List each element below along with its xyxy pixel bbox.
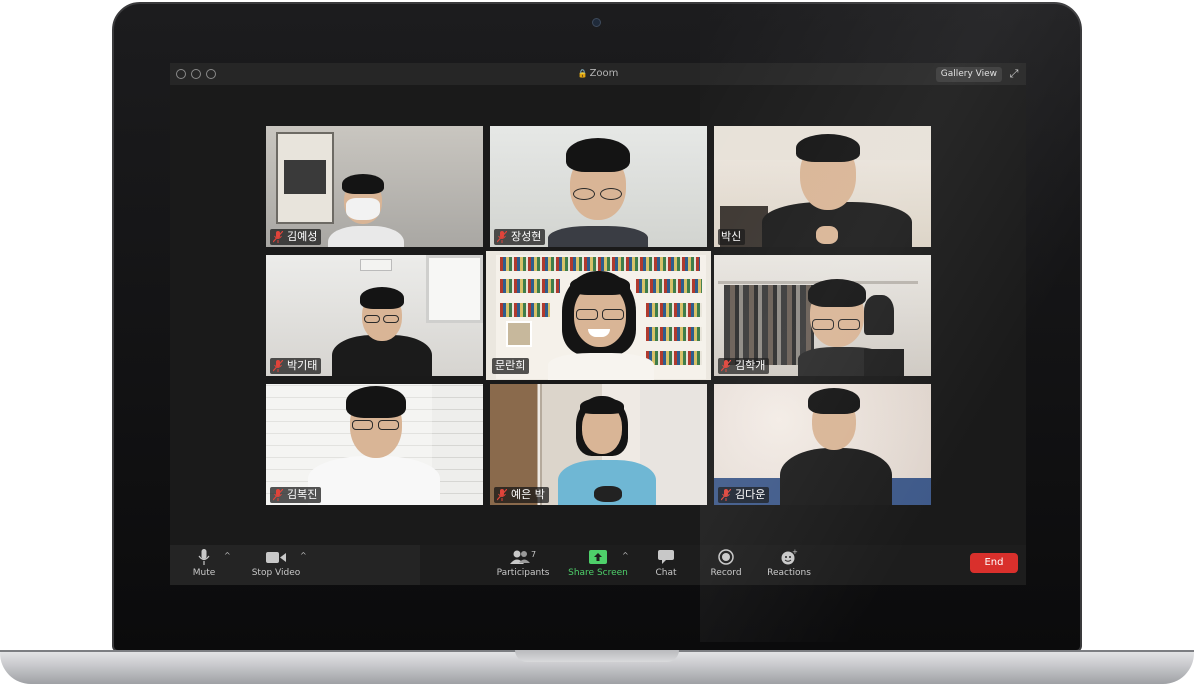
participant-name-tag: 장성현 — [494, 229, 546, 245]
wall-poster — [276, 132, 334, 224]
chat-button[interactable]: Chat — [648, 547, 684, 583]
participant-name-tag: 김예성 — [270, 229, 322, 245]
participant-name-tag: 문란희 — [492, 358, 530, 374]
participant-name-tag: 김복진 — [270, 487, 322, 503]
participant-name-tag: 박신 — [718, 229, 746, 245]
svg-text:+: + — [792, 549, 798, 556]
record-button[interactable]: Record — [706, 547, 746, 583]
share-options-caret[interactable]: ^ — [622, 551, 629, 560]
video-tile[interactable]: 예은 박 — [490, 384, 707, 505]
end-meeting-button[interactable]: End — [970, 553, 1018, 573]
meeting-toolbar: Mute ^ Stop Video ^ 7 Participants Share… — [170, 545, 1026, 585]
participant-name-tag: 박기태 — [270, 358, 322, 374]
emoji-plus-icon: + — [781, 549, 798, 565]
record-icon — [718, 549, 734, 565]
window-title: 🔒 Zoom — [577, 68, 619, 79]
video-tile[interactable]: 김다운 — [714, 384, 931, 505]
mic-off-icon — [273, 231, 283, 243]
video-tile[interactable]: 박신 — [714, 126, 931, 247]
share-screen-icon — [589, 550, 607, 564]
mic-off-icon — [497, 489, 507, 501]
stop-video-button[interactable]: Stop Video — [248, 547, 304, 583]
mic-off-icon — [721, 360, 731, 372]
mute-options-caret[interactable]: ^ — [224, 551, 231, 560]
title-bar: 🔒 Zoom Gallery View ⤢ — [170, 63, 1026, 85]
mic-off-icon — [273, 489, 283, 501]
video-tile[interactable]: 장성현 — [490, 126, 707, 247]
participants-button[interactable]: 7 Participants — [494, 547, 552, 583]
laptop-opening-notch — [515, 650, 679, 662]
chat-bubble-icon — [658, 550, 674, 564]
laptop-frame: 🔒 Zoom Gallery View ⤢ 김예성 장성현 박신 박기태 문란희… — [0, 0, 1194, 686]
video-tile[interactable]: 김복진 — [266, 384, 483, 505]
lock-icon: 🔒 — [577, 69, 588, 78]
zoom-window: 🔒 Zoom Gallery View ⤢ 김예성 장성현 박신 박기태 문란희… — [170, 63, 1026, 585]
mute-button[interactable]: Mute — [184, 547, 224, 583]
webcam — [592, 18, 601, 27]
video-tile-active-speaker[interactable]: 문란희 — [486, 251, 711, 380]
gallery-grid: 김예성 장성현 박신 박기태 문란희 김학개 김복진 예은 박 김다운 — [266, 126, 931, 506]
mic-icon — [198, 549, 210, 565]
mic-off-icon — [497, 231, 507, 243]
video-camera-icon — [266, 551, 286, 563]
video-tile[interactable]: 김학개 — [714, 255, 931, 376]
mic-off-icon — [721, 489, 731, 501]
mic-off-icon — [273, 360, 283, 372]
fullscreen-icon[interactable]: ⤢ — [1008, 68, 1020, 80]
video-tile[interactable]: 박기태 — [266, 255, 483, 376]
gallery-view-button[interactable]: Gallery View — [935, 67, 1002, 82]
video-options-caret[interactable]: ^ — [300, 551, 307, 560]
participant-name-tag: 김학개 — [718, 358, 770, 374]
video-tile[interactable]: 김예성 — [266, 126, 483, 247]
people-icon — [509, 550, 530, 564]
participant-name-tag: 김다운 — [718, 487, 770, 503]
share-screen-button[interactable]: Share Screen — [566, 547, 630, 583]
reactions-button[interactable]: + Reactions — [764, 547, 814, 583]
participant-name-tag: 예은 박 — [494, 487, 549, 503]
participants-count: 7 — [530, 549, 537, 559]
